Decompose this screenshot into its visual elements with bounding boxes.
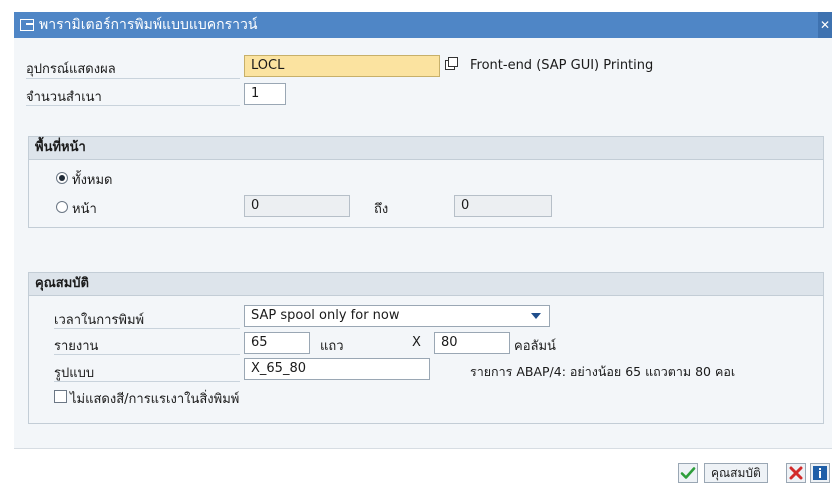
rows-input[interactable]: 65 <box>244 332 310 354</box>
print-parameters-dialog: อุปกรณ์แสดงผล LOCL Front-end (SAP GUI) P… <box>14 38 832 448</box>
cancel-x-icon <box>789 466 803 480</box>
window-title: พารามิเตอร์การพิมพ์แบบแบคกราวน์ <box>39 17 258 33</box>
print-time-underline <box>54 328 240 329</box>
device-search-icon[interactable] <box>444 57 458 71</box>
page-from-input[interactable]: 0 <box>244 195 350 217</box>
output-device-input[interactable]: LOCL <box>244 55 440 77</box>
page-to-label: ถึง <box>374 202 389 217</box>
device-label: อุปกรณ์แสดงผล <box>26 62 116 77</box>
window-icon <box>20 19 34 31</box>
no-color-label: ไม่แสดงสี/การแรเงาในสิ่งพิมพ์ <box>70 392 240 407</box>
checkmark-icon <box>680 467 696 479</box>
page-to-input[interactable]: 0 <box>454 195 552 217</box>
confirm-button[interactable] <box>678 463 698 483</box>
info-button[interactable] <box>810 463 830 483</box>
footer-divider <box>14 448 832 449</box>
info-icon <box>813 466 827 480</box>
print-time-value: SAP spool only for now <box>251 308 400 323</box>
format-description: รายการ ABAP/4: อย่างน้อย 65 แถวตาม 80 คอ… <box>470 364 736 379</box>
device-label-underline <box>26 78 240 79</box>
page-all-label: ทั้งหมด <box>72 173 113 188</box>
copies-input[interactable]: 1 <box>244 83 286 105</box>
page-all-radio[interactable] <box>56 172 68 184</box>
window-titlebar: พารามิเตอร์การพิมพ์แบบแบคกราวน์ ✕ <box>14 12 832 38</box>
device-description: Front-end (SAP GUI) Printing <box>470 58 654 73</box>
report-label: รายงาน <box>54 339 99 354</box>
format-label: รูปแบบ <box>54 366 95 381</box>
print-time-select[interactable]: SAP spool only for now <box>244 305 550 327</box>
cancel-button[interactable] <box>786 463 806 483</box>
report-underline <box>54 354 240 355</box>
properties-title: คุณสมบัติ <box>29 273 823 296</box>
copies-label: จำนวนสำเนา <box>26 90 102 105</box>
properties-button[interactable]: คุณสมบัติ <box>704 463 768 483</box>
page-range-label: หน้า <box>72 202 97 217</box>
x-label: X <box>412 335 421 350</box>
copies-label-underline <box>26 105 240 106</box>
chevron-down-icon <box>531 313 541 319</box>
no-color-checkbox[interactable] <box>54 390 67 403</box>
print-time-label: เวลาในการพิมพ์ <box>54 313 145 328</box>
close-window-icon[interactable]: ✕ <box>818 12 832 38</box>
page-area-title: พื้นที่หน้า <box>29 137 823 160</box>
format-underline <box>54 381 240 382</box>
page-range-radio[interactable] <box>56 201 68 213</box>
cols-input[interactable]: 80 <box>434 332 510 354</box>
rows-unit: แถว <box>320 339 344 354</box>
format-input[interactable]: X_65_80 <box>244 358 430 380</box>
page-area-group: พื้นที่หน้า <box>28 136 824 228</box>
cols-unit: คอลัมน์ <box>514 339 556 354</box>
